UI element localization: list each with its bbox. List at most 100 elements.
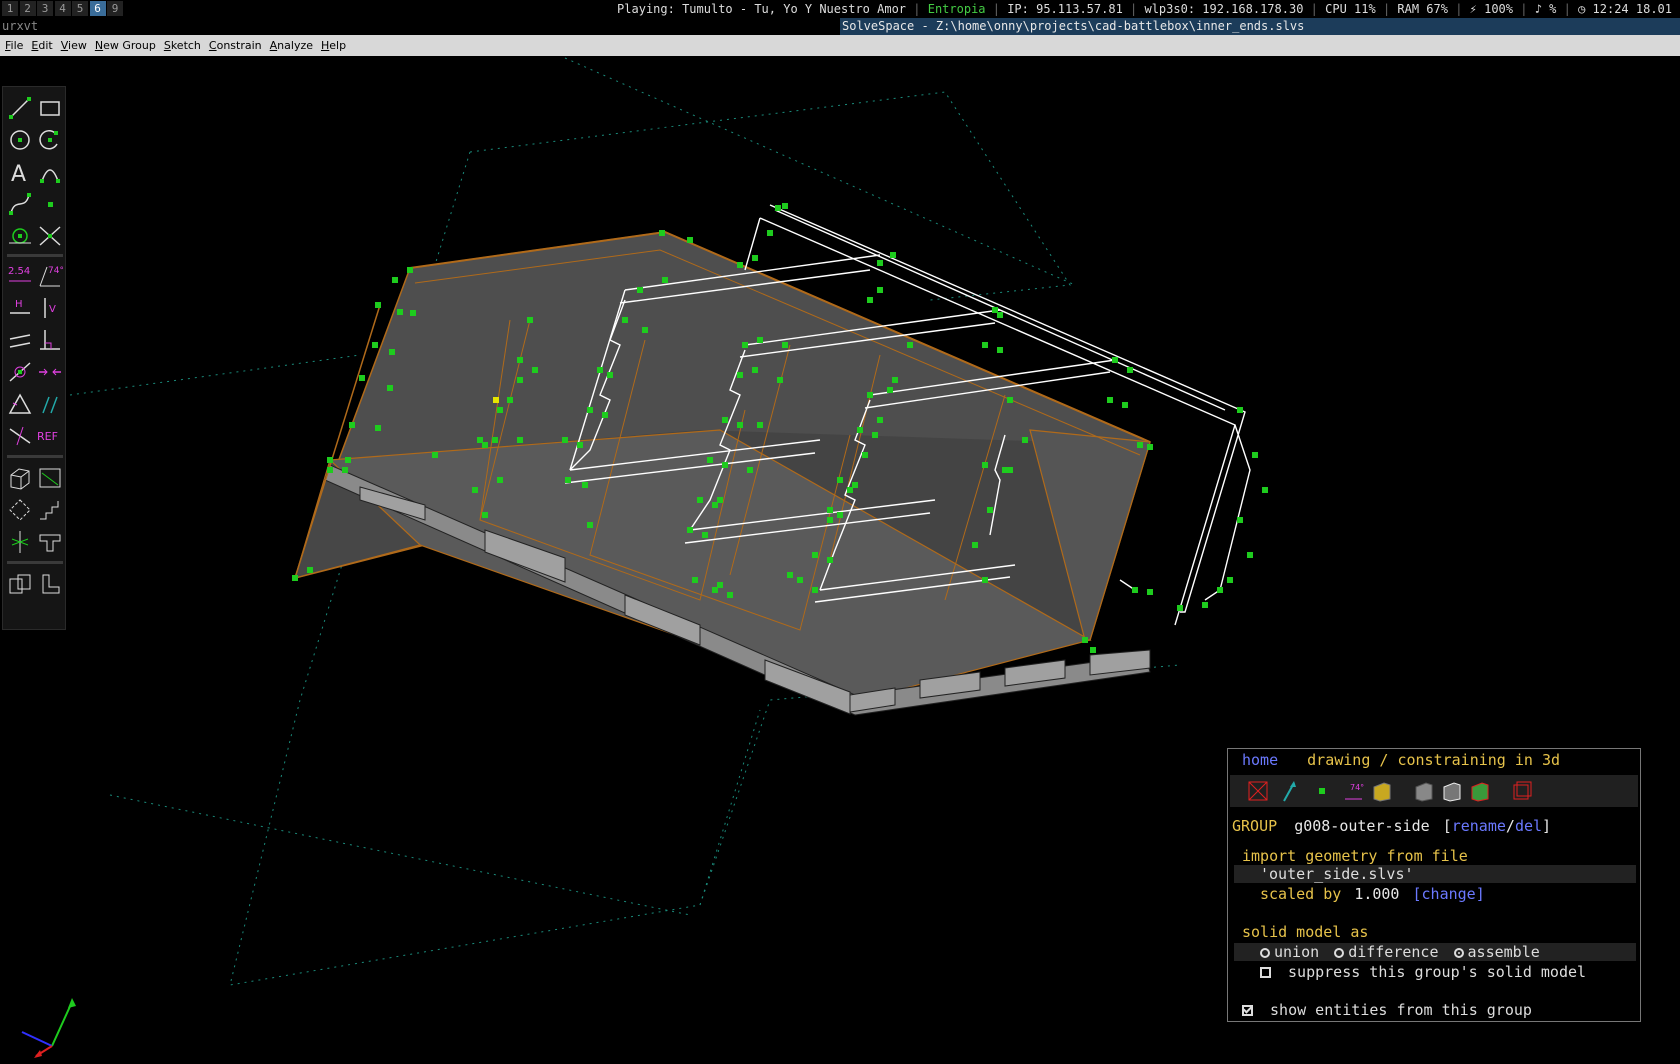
constraint-point[interactable]: [767, 230, 773, 236]
constraint-point[interactable]: [862, 452, 868, 458]
constraint-point[interactable]: [307, 567, 313, 573]
constraint-point[interactable]: [342, 467, 348, 473]
assemble-group-icon[interactable]: [7, 571, 33, 597]
show-entities-label[interactable]: show entities from this group: [1270, 1001, 1532, 1019]
constraint-point[interactable]: [587, 522, 593, 528]
assemble-radio[interactable]: [1453, 948, 1464, 958]
constraint-point[interactable]: [375, 302, 381, 308]
constraint-point[interactable]: [577, 442, 583, 448]
difference-radio[interactable]: [1334, 948, 1345, 958]
distance-constraint-icon[interactable]: 2.54: [7, 263, 33, 289]
constraint-point[interactable]: [742, 342, 748, 348]
equal-constraint-icon[interactable]: [7, 391, 33, 417]
bezier-tool-icon[interactable]: [7, 191, 33, 217]
mesh-toggle-icon[interactable]: [1510, 779, 1534, 803]
constraint-point[interactable]: [517, 437, 523, 443]
text-tool-icon[interactable]: A: [7, 159, 33, 185]
constraint-point[interactable]: [877, 287, 883, 293]
constraint-point[interactable]: [659, 230, 665, 236]
rectangle-tool-icon[interactable]: [37, 95, 63, 121]
constraint-point[interactable]: [837, 477, 843, 483]
constraint-point[interactable]: [482, 512, 488, 518]
workspace-2[interactable]: 2: [19, 1, 36, 16]
constraint-point[interactable]: [982, 462, 988, 468]
workspace-6[interactable]: 6: [89, 1, 106, 16]
sketch-in-3d-icon[interactable]: [37, 571, 63, 597]
constraint-point[interactable]: [1262, 487, 1268, 493]
constraint-point[interactable]: [692, 577, 698, 583]
constraint-point[interactable]: [887, 387, 893, 393]
constraint-point[interactable]: [982, 577, 988, 583]
edges-model-icon[interactable]: [1440, 779, 1464, 803]
constraint-point[interactable]: [345, 457, 351, 463]
nav-home-link[interactable]: home: [1242, 751, 1278, 769]
constraint-point[interactable]: [847, 487, 853, 493]
delete-link[interactable]: del: [1515, 817, 1542, 835]
suppress-label[interactable]: suppress this group's solid model: [1288, 963, 1586, 981]
constraint-point[interactable]: [877, 417, 883, 423]
constraint-point[interactable]: [782, 203, 788, 209]
constraints-toggle-icon[interactable]: 74°: [1342, 779, 1366, 803]
constraint-point[interactable]: [737, 422, 743, 428]
constraint-point[interactable]: [752, 367, 758, 373]
terminal-window-label[interactable]: urxvt: [2, 18, 38, 35]
constraint-point[interactable]: [375, 425, 381, 431]
point-on-line-constraint-icon[interactable]: [7, 359, 33, 385]
parallel-constraint-icon[interactable]: [7, 327, 33, 353]
assemble-label[interactable]: assemble: [1468, 943, 1540, 961]
suppress-checkbox[interactable]: [1260, 967, 1271, 978]
menu-view[interactable]: View: [56, 35, 90, 56]
constraint-point[interactable]: [827, 557, 833, 563]
constraint-point[interactable]: [1137, 442, 1143, 448]
constraint-point[interactable]: [837, 512, 843, 518]
union-radio[interactable]: [1260, 948, 1270, 958]
constraint-point[interactable]: [349, 422, 355, 428]
constraint-point[interactable]: [757, 422, 763, 428]
horizontal-constraint-icon[interactable]: H: [7, 295, 33, 321]
constraint-point[interactable]: [327, 467, 333, 473]
constraint-point[interactable]: [687, 237, 693, 243]
constraint-point[interactable]: [722, 417, 728, 423]
constraint-point[interactable]: [812, 552, 818, 558]
same-orientation-constraint-icon[interactable]: [37, 391, 63, 417]
constraint-point[interactable]: [622, 317, 628, 323]
constraint-point[interactable]: [812, 587, 818, 593]
constraint-point[interactable]: [787, 572, 793, 578]
constraint-point[interactable]: [432, 452, 438, 458]
constraint-point[interactable]: [397, 309, 403, 315]
window-title[interactable]: SolveSpace - Z:\home\onny\projects\cad-b…: [840, 18, 1680, 35]
constraint-point[interactable]: [867, 392, 873, 398]
step-rotating-icon[interactable]: [7, 497, 33, 523]
constraint-point[interactable]: [497, 407, 503, 413]
constraint-point[interactable]: [717, 497, 723, 503]
menu-file[interactable]: File: [0, 35, 26, 56]
constraint-point[interactable]: [602, 412, 608, 418]
tangent-arc-tool-icon[interactable]: [37, 159, 63, 185]
point-tool-icon[interactable]: [37, 191, 63, 217]
constraint-point[interactable]: [387, 385, 393, 391]
constraint-point[interactable]: [372, 342, 378, 348]
outlines-model-icon[interactable]: [1468, 779, 1492, 803]
symmetric-constraint-icon[interactable]: [37, 359, 63, 385]
constraint-point[interactable]: [737, 262, 743, 268]
extrude-group-icon[interactable]: [7, 465, 33, 491]
constraint-point[interactable]: [827, 507, 833, 513]
step-translating-icon[interactable]: [37, 497, 63, 523]
constraint-point[interactable]: [877, 260, 883, 266]
constraint-point[interactable]: [1112, 357, 1118, 363]
workspace-1[interactable]: 1: [2, 1, 18, 16]
menu-constrain[interactable]: Constrain: [204, 35, 265, 56]
constraint-point[interactable]: [637, 287, 643, 293]
circle-tool-icon[interactable]: [7, 127, 33, 153]
constraint-point[interactable]: [1227, 577, 1233, 583]
constraint-point[interactable]: [1022, 437, 1028, 443]
constraint-point[interactable]: [827, 517, 833, 523]
constraint-point[interactable]: [797, 577, 803, 583]
constraint-point[interactable]: [777, 377, 783, 383]
constraint-point[interactable]: [597, 367, 603, 373]
menu-analyze[interactable]: Analyze: [265, 35, 316, 56]
constraint-point[interactable]: [747, 467, 753, 473]
constraint-point[interactable]: [565, 477, 571, 483]
constraint-point[interactable]: [1082, 637, 1088, 643]
constraint-point[interactable]: [582, 482, 588, 488]
